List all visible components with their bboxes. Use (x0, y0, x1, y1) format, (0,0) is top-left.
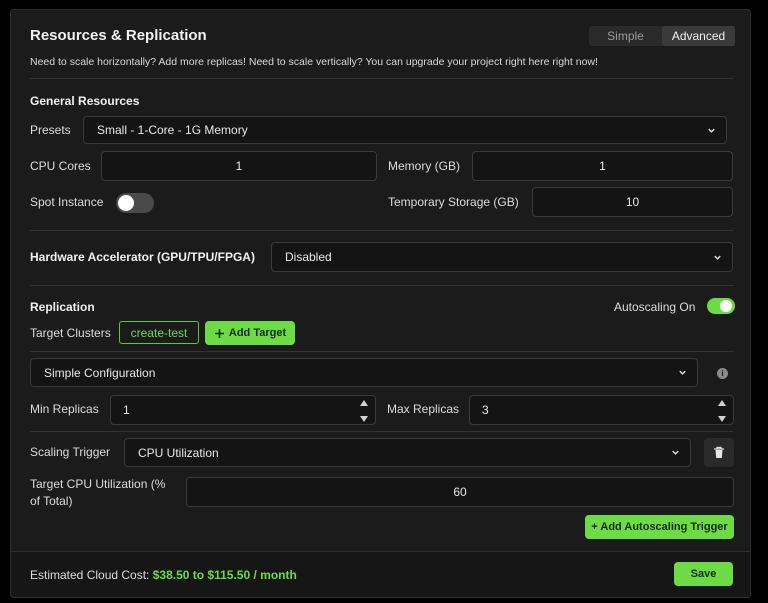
presets-select[interactable]: Small - 1-Core - 1G Memory (83, 116, 727, 144)
max-replicas-input[interactable]: 3 (469, 395, 734, 425)
info-icon[interactable]: i (717, 368, 728, 379)
chevron-down-icon (679, 370, 686, 375)
estimated-cost-value: $38.50 to $115.50 / month (152, 568, 297, 582)
divider (30, 285, 733, 286)
add-target-label: Add Target (228, 327, 287, 339)
target-cpu-utilization-input[interactable]: 60 (186, 477, 734, 507)
estimated-cost-label: Estimated Cloud Cost: (30, 568, 150, 582)
hardware-accelerator-select[interactable]: Disabled (271, 242, 733, 272)
toggle-knob (720, 300, 732, 312)
chevron-down-icon (672, 450, 679, 455)
page-title: Resources & Replication (30, 27, 207, 44)
mode-advanced-button[interactable]: Advanced (662, 26, 735, 46)
max-replicas-spinner[interactable] (717, 399, 729, 423)
min-replicas-spinner[interactable] (359, 399, 371, 423)
mode-simple-button[interactable]: Simple (589, 26, 662, 46)
replication-heading: Replication (30, 300, 95, 314)
plus-icon (214, 328, 224, 338)
spinner-down-icon[interactable] (717, 415, 727, 423)
configuration-value: Simple Configuration (44, 365, 156, 380)
memory-label: Memory (GB) (388, 159, 460, 173)
page-subtitle: Need to scale horizontally? Add more rep… (30, 56, 598, 68)
scaling-trigger-label: Scaling Trigger (30, 445, 111, 459)
temporary-storage-label: Temporary Storage (GB) (388, 195, 519, 209)
target-cpu-utilization-label: Target CPU Utilization (% of Total) (30, 476, 165, 510)
min-replicas-label: Min Replicas (30, 402, 99, 416)
toggle-knob (118, 195, 134, 211)
configuration-select[interactable]: Simple Configuration (30, 358, 698, 387)
hardware-accelerator-label: Hardware Accelerator (GPU/TPU/FPGA) (30, 250, 255, 264)
spinner-up-icon[interactable] (717, 399, 727, 407)
divider (30, 431, 733, 432)
save-button[interactable]: Save (674, 562, 733, 586)
autoscaling-toggle[interactable] (707, 298, 735, 314)
min-replicas-input[interactable]: 1 (110, 395, 376, 425)
presets-value: Small - 1-Core - 1G Memory (97, 123, 248, 137)
min-replicas-value: 1 (123, 403, 130, 417)
estimated-cost: Estimated Cloud Cost: $38.50 to $115.50 … (30, 568, 297, 582)
resources-card: Resources & Replication Simple Advanced … (10, 9, 751, 598)
presets-label: Presets (30, 123, 71, 137)
autoscaling-label: Autoscaling On (614, 300, 696, 314)
spot-instance-toggle[interactable] (116, 193, 154, 213)
scaling-trigger-select[interactable]: CPU Utilization (124, 438, 691, 467)
spot-instance-label: Spot Instance (30, 195, 104, 209)
cpu-cores-label: CPU Cores (30, 159, 91, 173)
divider (30, 230, 733, 231)
spinner-down-icon[interactable] (359, 415, 369, 423)
spinner-up-icon[interactable] (359, 399, 369, 407)
general-resources-heading: General Resources (30, 94, 140, 108)
max-replicas-value: 3 (482, 403, 489, 417)
chevron-down-icon (714, 255, 721, 260)
delete-trigger-button[interactable] (704, 438, 734, 467)
memory-input[interactable]: 1 (472, 151, 733, 181)
target-cpu-label-line2: of Total) (30, 494, 73, 508)
footer-bar: Estimated Cloud Cost: $38.50 to $115.50 … (11, 551, 750, 597)
add-autoscaling-trigger-button[interactable]: + Add Autoscaling Trigger (585, 515, 734, 539)
divider (30, 78, 733, 79)
hardware-accelerator-value: Disabled (285, 250, 332, 264)
trash-icon (714, 446, 724, 458)
target-cpu-label-line1: Target CPU Utilization (% (30, 477, 166, 491)
target-cluster-chip[interactable]: create-test (119, 321, 199, 344)
temporary-storage-input[interactable]: 10 (532, 187, 733, 217)
chevron-down-icon (708, 128, 715, 133)
target-clusters-label: Target Clusters (30, 326, 111, 340)
divider (30, 351, 733, 352)
max-replicas-label: Max Replicas (387, 402, 460, 416)
cpu-cores-input[interactable]: 1 (101, 151, 377, 181)
mode-toggle[interactable]: Simple Advanced (589, 26, 735, 46)
scaling-trigger-value: CPU Utilization (138, 445, 219, 460)
add-target-button[interactable]: Add Target (205, 321, 295, 345)
